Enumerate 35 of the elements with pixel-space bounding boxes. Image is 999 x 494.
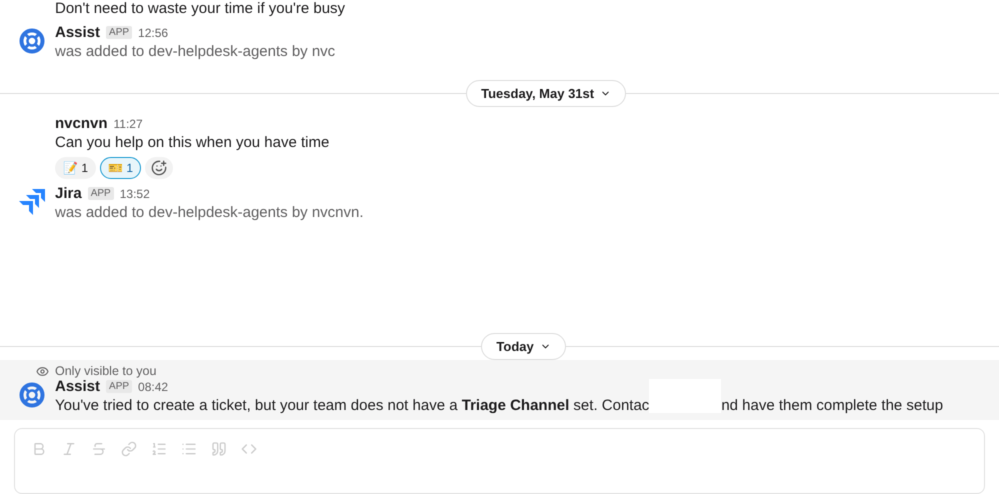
sender-name[interactable]: Assist: [55, 378, 100, 395]
message-time[interactable]: 13:52: [120, 186, 150, 200]
sender-name[interactable]: Jira: [55, 185, 82, 202]
add-reaction-button[interactable]: [145, 157, 174, 179]
eye-icon: [36, 364, 49, 378]
visibility-notice: Only visible to you: [55, 364, 156, 378]
app-badge: APP: [106, 380, 132, 393]
bulleted-list-icon[interactable]: [181, 441, 197, 457]
date-divider-button[interactable]: Tuesday, May 31st: [466, 80, 626, 107]
message-composer[interactable]: [14, 428, 985, 494]
reaction-button[interactable]: 📝 1: [55, 157, 96, 179]
message-text: You've tried to create a ticket, but your team does not have a Triage Channel set. Contac: [55, 397, 650, 414]
link-icon[interactable]: [121, 441, 137, 457]
date-divider-button[interactable]: Today: [481, 333, 566, 360]
message-text: Can you help on this when you have time: [55, 134, 330, 151]
sender-name[interactable]: Assist: [55, 24, 100, 41]
app-logo-icon: [18, 188, 46, 216]
reaction-button[interactable]: 🎫 1: [100, 157, 142, 179]
message-text: was added to dev-helpdesk-agents by nvcnvn.: [55, 204, 364, 221]
message-text: nd have them complete the setup: [721, 397, 944, 414]
numbered-list-icon[interactable]: [151, 441, 167, 457]
message-text: was added to dev-helpdesk-agents by nvc: [55, 43, 336, 60]
sender-name[interactable]: nvcnvn: [55, 115, 108, 132]
message-time[interactable]: 08:42: [138, 380, 168, 394]
lifebuoy-icon: [19, 28, 45, 54]
message-time[interactable]: 11:27: [114, 116, 143, 130]
strikethrough-icon[interactable]: [91, 441, 107, 457]
message-text: Don't need to waste your time if you're busy: [55, 0, 346, 17]
app-badge: APP: [88, 187, 114, 200]
lifebuoy-icon: [19, 382, 45, 408]
add-emoji-icon: [151, 160, 168, 176]
quote-icon[interactable]: [211, 441, 227, 457]
italic-icon[interactable]: [61, 441, 77, 457]
app-badge: APP: [106, 26, 132, 39]
message-time[interactable]: 12:56: [138, 26, 168, 40]
